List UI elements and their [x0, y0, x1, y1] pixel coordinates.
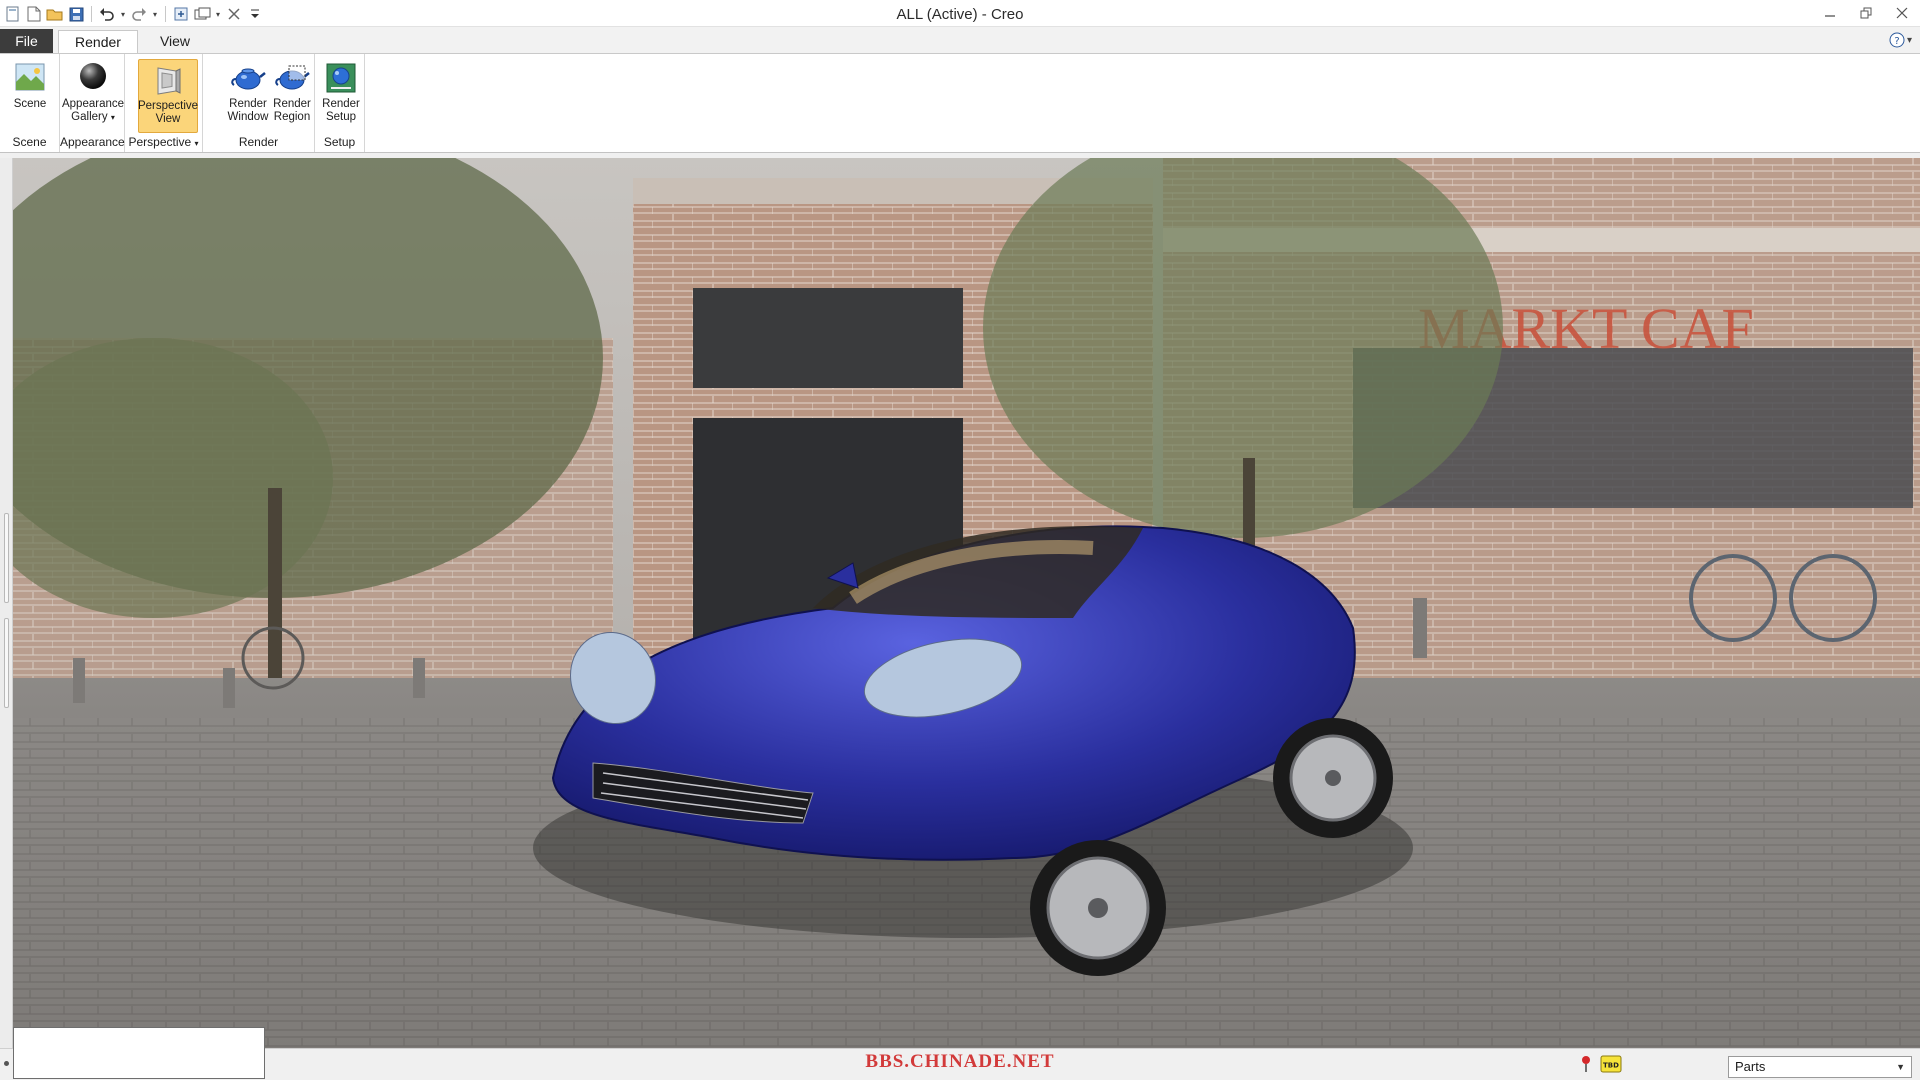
- scene-button[interactable]: Scene: [10, 60, 50, 111]
- perspective-view-label-1: Perspective: [137, 100, 199, 112]
- tab-file[interactable]: File: [0, 29, 53, 53]
- perspective-view-icon: [157, 67, 181, 95]
- ribbon-group-appearance: Appearance Gallery ▾ Appearance: [60, 54, 125, 152]
- status-icons: TBD: [1580, 1055, 1622, 1073]
- rendered-scene: MARKT CAF: [13, 158, 1920, 1048]
- render-region-button[interactable]: Render Region: [272, 60, 312, 124]
- pin-icon[interactable]: [1580, 1055, 1592, 1073]
- window-title: ALL (Active) - Creo: [896, 6, 1024, 23]
- close-icon[interactable]: [1890, 3, 1914, 23]
- browser-toggle-handle[interactable]: [4, 618, 9, 708]
- chevron-down-icon: ▼: [1896, 1062, 1905, 1072]
- render-window-label-1: Render: [229, 98, 267, 110]
- chevron-down-icon: ▾: [110, 113, 115, 122]
- selection-filter-select[interactable]: Parts ▼: [1728, 1056, 1912, 1078]
- tab-render[interactable]: Render: [58, 30, 138, 53]
- watermark-text: BBS.CHINADE.NET: [865, 1051, 1055, 1072]
- group-label-setup: Setup: [323, 135, 356, 149]
- status-bar: BBS.CHINADE.NET TBD Parts ▼: [0, 1027, 1920, 1080]
- tbd-badge-icon[interactable]: TBD: [1600, 1055, 1622, 1073]
- svg-text:?: ?: [1894, 36, 1899, 47]
- render-region-label-2: Region: [273, 111, 311, 123]
- appearance-sphere-icon: [80, 63, 106, 89]
- ribbon-group-scene: Scene Scene: [0, 54, 60, 152]
- chevron-down-icon: ▾: [1906, 34, 1912, 46]
- render-setup-label-2: Setup: [325, 111, 357, 123]
- group-label-render: Render: [238, 135, 279, 149]
- navigator-collapse-strip: [0, 158, 13, 1048]
- ribbon-group-render: Render Window Render Region Render: [203, 54, 315, 152]
- ribbon: Scene Scene Appearance Gallery ▾ Appeara…: [0, 53, 1920, 153]
- graphics-viewport[interactable]: MARKT CAF: [13, 158, 1920, 1048]
- ribbon-group-setup: Render Setup Setup: [315, 54, 365, 152]
- ribbon-group-perspective: Perspective View Perspective ▾: [125, 54, 203, 152]
- tab-view[interactable]: View: [145, 30, 205, 53]
- render-window-button[interactable]: Render Window: [227, 60, 269, 124]
- group-label-perspective[interactable]: Perspective ▾: [125, 135, 202, 149]
- group-label-scene: Scene: [12, 135, 47, 149]
- render-setup-icon: [326, 63, 356, 93]
- render-teapot-icon: [231, 68, 266, 90]
- perspective-view-button[interactable]: Perspective View: [138, 59, 198, 133]
- minimize-icon[interactable]: [1818, 3, 1842, 23]
- render-setup-button[interactable]: Render Setup: [320, 60, 362, 124]
- help-icon: ?: [1889, 32, 1905, 48]
- appearance-gallery-label-2: Gallery ▾: [71, 111, 115, 123]
- restore-icon[interactable]: [1854, 3, 1878, 23]
- navigator-toggle-handle[interactable]: [4, 513, 9, 603]
- ribbon-tab-bar: File Render View ? ▾: [0, 27, 1920, 53]
- render-region-label-1: Render: [273, 98, 311, 110]
- perspective-view-label-2: View: [155, 113, 181, 125]
- appearance-gallery-label-1: Appearance: [61, 98, 125, 110]
- appearance-gallery-button[interactable]: Appearance Gallery ▾: [61, 60, 125, 124]
- tbd-badge-text: TBD: [1603, 1062, 1619, 1070]
- render-region-icon: [275, 65, 310, 90]
- scene-button-label: Scene: [13, 98, 47, 110]
- render-setup-label-1: Render: [322, 98, 360, 110]
- chevron-down-icon: ▾: [194, 139, 199, 148]
- window-controls: [1818, 3, 1914, 23]
- selection-filter-value: Parts: [1735, 1059, 1766, 1074]
- group-label-appearance: Appearance: [60, 135, 125, 149]
- scene-icon: [15, 63, 45, 91]
- render-window-label-2: Window: [227, 111, 269, 123]
- title-bar: ▾ ▾ ▾ ALL (Active) - Creo: [0, 0, 1920, 27]
- help-button[interactable]: ? ▾: [1889, 32, 1912, 48]
